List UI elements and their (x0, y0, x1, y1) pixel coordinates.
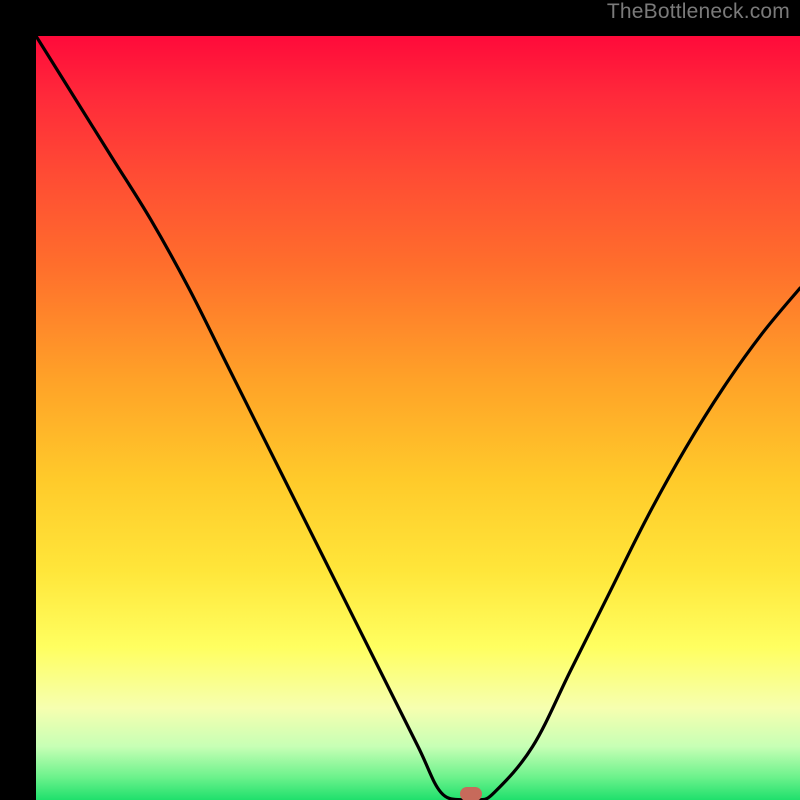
chart-frame (0, 0, 800, 800)
watermark-text: TheBottleneck.com (607, 0, 790, 24)
minimum-marker (460, 787, 482, 800)
plot-area (36, 36, 800, 800)
bottleneck-curve (36, 36, 800, 800)
